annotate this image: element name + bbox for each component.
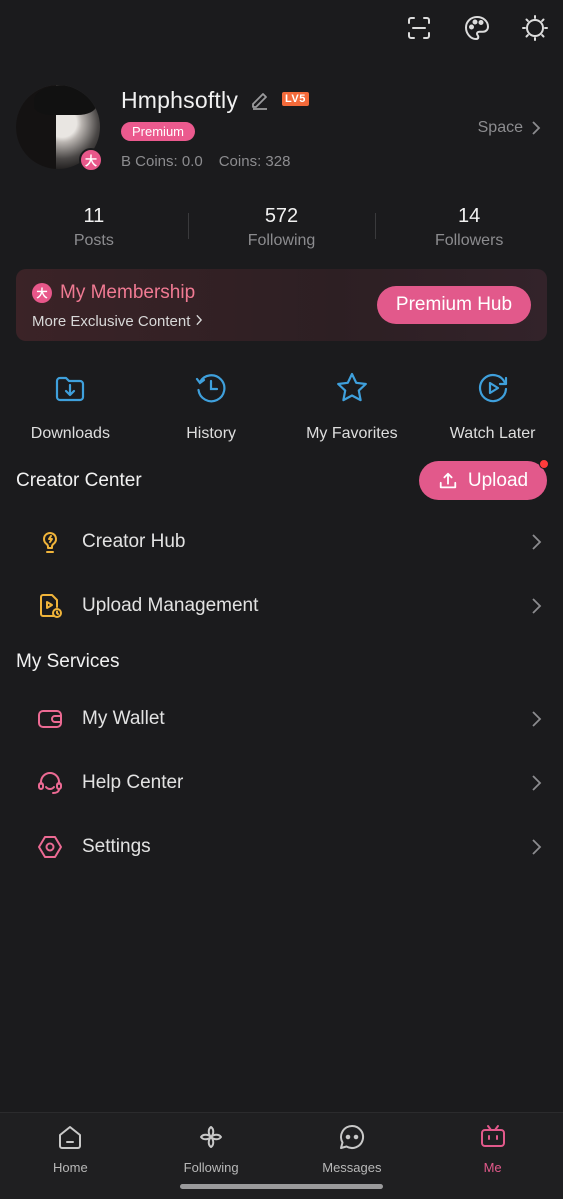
row-settings[interactable]: Settings <box>0 822 563 872</box>
stat-value: 14 <box>458 205 481 227</box>
row-label: My Wallet <box>82 708 165 729</box>
tab-label: Me <box>483 1160 502 1175</box>
row-label: Help Center <box>82 772 184 793</box>
avatar-membership-badge: 大 <box>79 148 103 172</box>
tab-home[interactable]: Home <box>0 1113 141 1199</box>
stat-following[interactable]: 572 Following <box>187 205 376 250</box>
coins-info: B Coins: 0.0 Coins: 328 <box>121 153 290 170</box>
tv-icon <box>480 1125 505 1147</box>
row-label: Creator Hub <box>82 531 186 552</box>
tab-label: Messages <box>322 1160 382 1175</box>
coins-text: Coins: 328 <box>218 153 291 170</box>
stat-value: 572 <box>264 205 299 227</box>
theme-icon[interactable] <box>521 14 549 42</box>
watch-later-icon <box>478 373 507 403</box>
edit-icon[interactable] <box>249 89 271 111</box>
stat-label: Followers <box>434 232 504 249</box>
quick-label: Watch Later <box>449 425 536 442</box>
stat-posts[interactable]: 11 Posts <box>0 205 188 250</box>
lightbulb-icon <box>36 528 64 556</box>
download-icon <box>56 376 85 402</box>
quick-label: My Favorites <box>306 425 398 442</box>
tab-me[interactable]: Me <box>422 1113 563 1199</box>
quick-label: Downloads <box>30 425 110 442</box>
row-label: Settings <box>82 836 151 857</box>
stat-value: 11 <box>83 205 105 227</box>
row-creator-hub[interactable]: Creator Hub <box>0 517 563 567</box>
quick-label: History <box>186 425 237 442</box>
home-icon <box>59 1126 82 1149</box>
premium-badge: Premium <box>121 122 196 141</box>
chevron-right-icon <box>532 598 542 614</box>
space-label: Space <box>477 119 523 136</box>
membership-subtitle-text: More Exclusive Content <box>32 313 191 330</box>
stat-label: Posts <box>73 232 114 249</box>
quick-actions: Downloads History My Favorites Watch Lat… <box>0 370 563 443</box>
settings-icon <box>36 833 64 861</box>
upload-icon <box>439 472 457 488</box>
messages-icon <box>339 1124 364 1149</box>
row-help-center[interactable]: Help Center <box>0 758 563 808</box>
my-services-title: My Services <box>16 651 120 672</box>
tab-label: Following <box>183 1160 239 1175</box>
scan-icon[interactable] <box>405 14 433 42</box>
membership-banner[interactable]: 大 My Membership More Exclusive Content P… <box>16 269 547 341</box>
headset-icon <box>36 769 64 797</box>
username: Hmphsoftly <box>121 87 239 113</box>
notification-dot <box>539 459 549 469</box>
chevron-right-icon <box>195 314 202 326</box>
upload-management-icon <box>36 592 64 620</box>
membership-title: 大 My Membership <box>32 282 195 304</box>
level-badge: LV5 <box>282 92 309 106</box>
b-coins-text: B Coins: 0.0 <box>121 153 203 170</box>
row-my-wallet[interactable]: My Wallet <box>0 694 563 744</box>
pinwheel-icon <box>200 1126 223 1148</box>
quick-watch-later[interactable]: Watch Later <box>422 370 563 443</box>
palette-icon[interactable] <box>463 14 491 42</box>
chevron-right-icon <box>532 534 542 550</box>
membership-subtitle: More Exclusive Content <box>32 313 203 330</box>
chevron-right-icon <box>532 711 542 727</box>
upload-label: Upload <box>467 469 529 491</box>
premium-hub-button[interactable]: Premium Hub <box>377 286 531 324</box>
chevron-right-icon <box>532 121 541 135</box>
home-indicator[interactable] <box>180 1184 383 1189</box>
chevron-right-icon <box>532 839 542 855</box>
space-link[interactable]: Space <box>478 119 541 137</box>
quick-history[interactable]: History <box>141 370 282 443</box>
upload-button[interactable]: Upload <box>419 459 549 500</box>
creator-center-title: Creator Center <box>16 470 142 491</box>
stat-label: Following <box>247 232 316 249</box>
membership-icon: 大 <box>32 283 52 303</box>
quick-downloads[interactable]: Downloads <box>0 370 141 443</box>
profile-header: 大 Hmphsoftly LV5 Premium B Coins: 0.0 Co… <box>16 85 547 175</box>
wallet-icon <box>36 705 64 733</box>
chevron-right-icon <box>532 775 542 791</box>
membership-title-text: My Membership <box>60 282 196 303</box>
history-icon <box>196 374 226 403</box>
top-toolbar <box>405 14 549 42</box>
tab-label: Home <box>53 1160 88 1175</box>
star-icon <box>336 372 367 402</box>
quick-favorites[interactable]: My Favorites <box>282 370 423 443</box>
row-upload-management[interactable]: Upload Management <box>0 581 563 631</box>
stats-row: 11 Posts 572 Following 14 Followers <box>0 205 563 250</box>
stat-followers[interactable]: 14 Followers <box>375 205 563 250</box>
row-label: Upload Management <box>82 595 259 616</box>
